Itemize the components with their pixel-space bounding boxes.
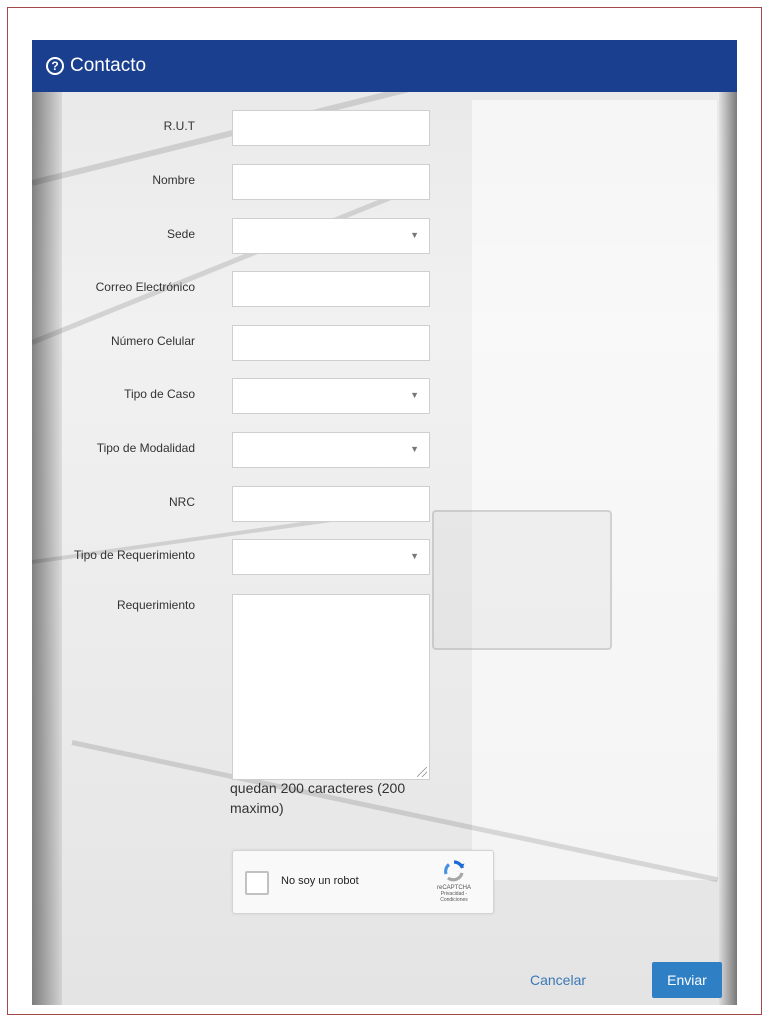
phone-input[interactable]: [232, 325, 430, 361]
case-type-select[interactable]: [232, 378, 430, 414]
field-row-correo: Correo Electrónico: [32, 271, 432, 307]
rut-input[interactable]: [232, 110, 430, 146]
field-row-nrc: NRC: [32, 486, 432, 522]
field-label: Requerimiento: [116, 598, 195, 612]
resize-handle-icon[interactable]: [417, 767, 427, 777]
contact-dialog: ? Contacto R.U.T Nombre Sede Correo Elec…: [32, 40, 737, 1005]
char-counter: quedan 200 caracteres (200 maximo): [230, 780, 406, 816]
modality-select[interactable]: [232, 432, 430, 468]
send-button[interactable]: Enviar: [652, 962, 722, 998]
field-row-tipo-requerimiento: Tipo de Requerimiento: [32, 539, 432, 575]
field-label: R.U.T: [163, 119, 195, 133]
recaptcha-widget: No soy un robot reCAPTCHA Privacidad - C…: [232, 850, 494, 914]
field-label: Número Celular: [110, 334, 195, 348]
captcha-links[interactable]: Privacidad - Condiciones: [427, 891, 481, 903]
dialog-title: Contacto: [70, 55, 147, 76]
captcha-label: No soy un robot: [281, 875, 359, 887]
field-row-tipo-caso: Tipo de Caso: [32, 378, 432, 414]
field-label: Correo Electrónico: [95, 280, 195, 294]
field-label: Tipo de Modalidad: [96, 441, 195, 455]
requirement-textarea[interactable]: [232, 594, 430, 780]
field-row-sede: Sede: [32, 218, 432, 254]
field-label: Nombre: [152, 173, 195, 187]
field-label: Tipo de Requerimiento: [74, 548, 195, 562]
cancel-button[interactable]: Cancelar: [530, 972, 586, 988]
sede-select[interactable]: [232, 218, 430, 254]
recaptcha-logo-icon: [444, 860, 465, 882]
field-row-nombre: Nombre: [32, 164, 432, 200]
dialog-header: ? Contacto: [32, 40, 737, 92]
field-row-requerimiento: Requerimiento: [32, 594, 432, 780]
nombre-input[interactable]: [232, 164, 430, 200]
nrc-input[interactable]: [232, 486, 430, 522]
field-row-modalidad: Tipo de Modalidad: [32, 432, 432, 468]
field-row-rut: R.U.T: [32, 110, 432, 146]
requirement-type-select[interactable]: [232, 539, 430, 575]
recaptcha-logo: reCAPTCHA Privacidad - Condiciones: [427, 859, 481, 903]
contact-form: R.U.T Nombre Sede Correo Electrónico Núm…: [32, 40, 737, 1005]
field-label: Tipo de Caso: [124, 387, 195, 401]
email-input[interactable]: [232, 271, 430, 307]
field-row-celular: Número Celular: [32, 325, 432, 361]
field-label: NRC: [169, 495, 195, 509]
field-label: Sede: [166, 227, 195, 241]
question-circle-icon: ?: [46, 57, 64, 75]
captcha-checkbox[interactable]: [245, 871, 269, 895]
